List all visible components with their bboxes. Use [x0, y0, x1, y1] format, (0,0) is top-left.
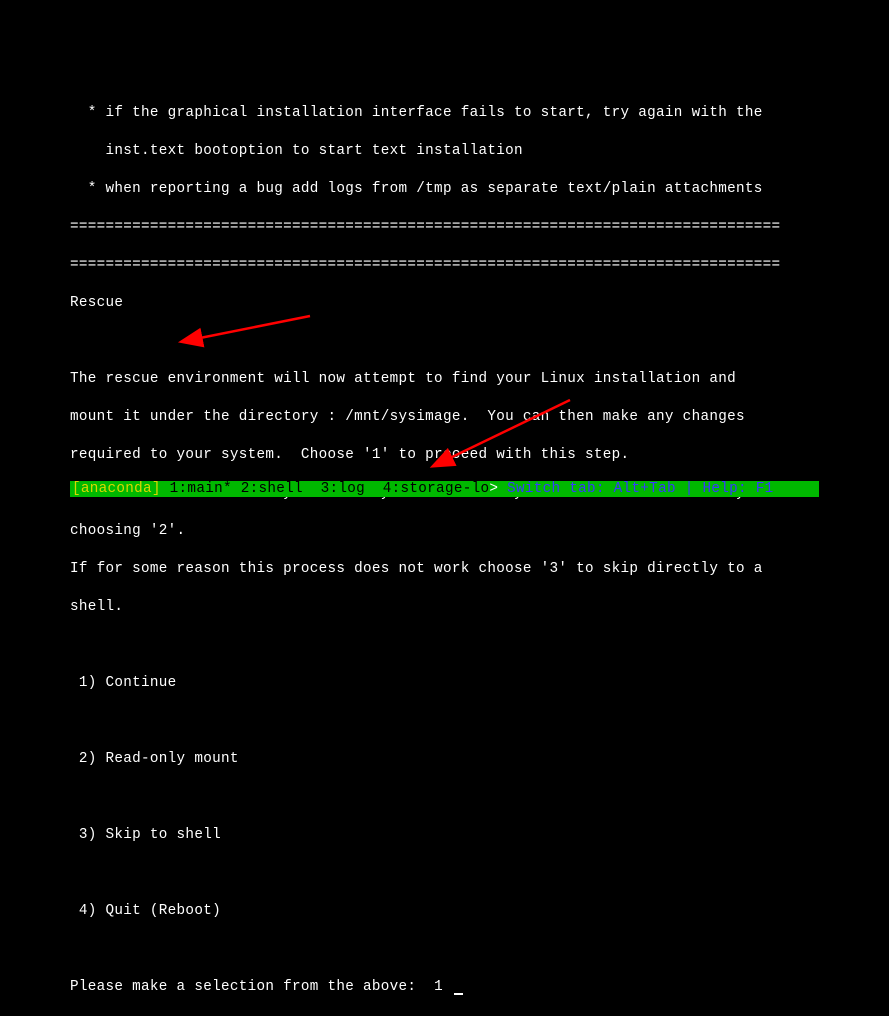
blank-line: [70, 712, 819, 731]
tab-list[interactable]: 1:main* 2:shell 3:log 4:storage-lo: [161, 481, 490, 497]
description-line: If for some reason this process does not…: [70, 560, 819, 579]
anaconda-label: [anaconda]: [72, 481, 161, 497]
blank-line: [70, 940, 819, 959]
tip-line: * when reporting a bug add logs from /tm…: [70, 180, 819, 199]
rescue-title: Rescue: [70, 294, 819, 313]
tip-line: inst.text bootoption to start text insta…: [70, 142, 819, 161]
status-bar: [anaconda] 1:main* 2:shell 3:log 4:stora…: [70, 481, 819, 497]
selection-input: 1: [434, 979, 443, 995]
blank-line: [70, 864, 819, 883]
separator-line: ========================================…: [70, 256, 819, 275]
description-line: The rescue environment will now attempt …: [70, 370, 819, 389]
separator-line: ========================================…: [70, 218, 819, 237]
tip-line: * if the graphical installation interfac…: [70, 104, 819, 123]
menu-option-continue[interactable]: 1) Continue: [70, 674, 819, 693]
menu-option-readonly[interactable]: 2) Read-only mount: [70, 750, 819, 769]
menu-option-quit[interactable]: 4) Quit (Reboot): [70, 902, 819, 921]
cursor-icon: [454, 993, 463, 995]
description-line: required to your system. Choose '1' to p…: [70, 446, 819, 465]
arrow-icon: >: [489, 481, 498, 497]
blank-line: [70, 636, 819, 655]
description-line: shell.: [70, 598, 819, 617]
description-line: mount it under the directory : /mnt/sysi…: [70, 408, 819, 427]
help-hint: Switch tab: Alt+Tab | Help: F1: [498, 481, 773, 497]
blank-line: [70, 788, 819, 807]
selection-prompt[interactable]: Please make a selection from the above: …: [70, 978, 819, 997]
blank-line: [70, 332, 819, 351]
description-line: choosing '2'.: [70, 522, 819, 541]
terminal-output: * if the graphical installation interfac…: [0, 0, 889, 1016]
menu-option-skip-shell[interactable]: 3) Skip to shell: [70, 826, 819, 845]
